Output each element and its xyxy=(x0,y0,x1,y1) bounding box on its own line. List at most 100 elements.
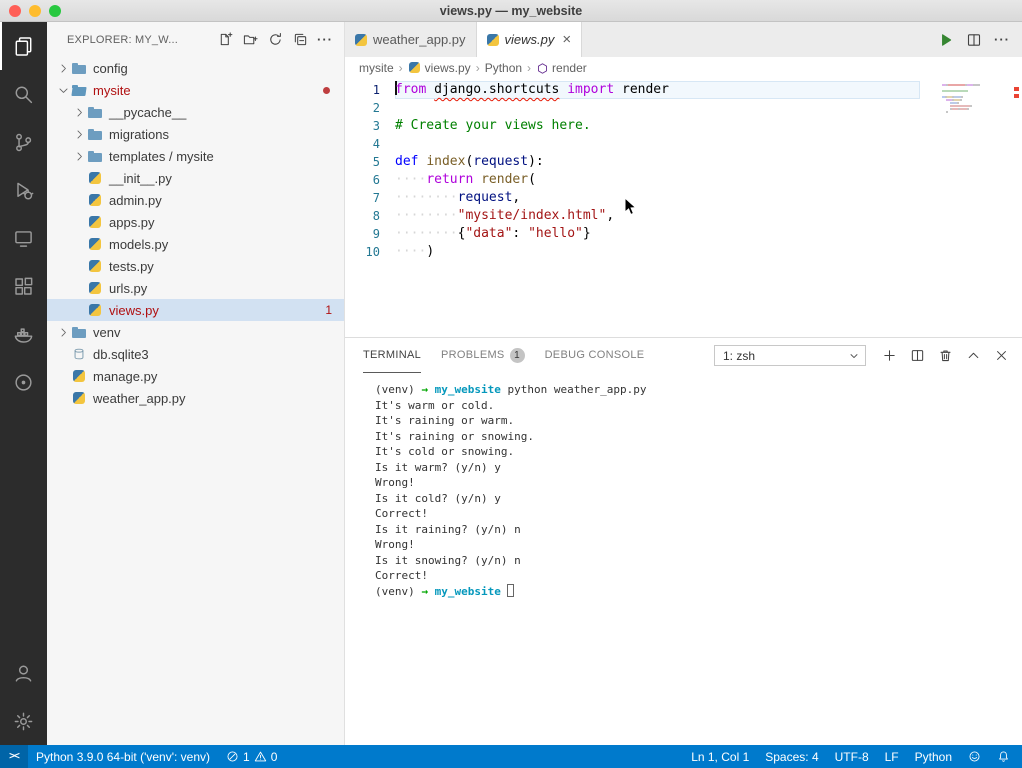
zoom-window-button[interactable] xyxy=(49,5,61,17)
activitybar-search[interactable] xyxy=(0,70,47,118)
tree-item-config[interactable]: config xyxy=(47,57,344,79)
title-bar[interactable]: views.py — my_website xyxy=(0,0,1022,22)
tree-item-templates-mysite[interactable]: templates / mysite xyxy=(47,145,344,167)
editor-action-split-editor[interactable] xyxy=(962,28,986,52)
activitybar-docker[interactable] xyxy=(0,310,47,358)
explorer-action-collapse-all[interactable] xyxy=(289,29,311,51)
code-line-8[interactable]: 8 ········"mysite/index.html", xyxy=(345,207,1022,225)
breadcrumb-mysite[interactable]: mysite xyxy=(359,61,394,75)
activitybar-remote-explorer[interactable] xyxy=(0,214,47,262)
panel-action-close-panel[interactable] xyxy=(990,345,1012,367)
line-number[interactable]: 3 xyxy=(345,117,395,135)
tree-item-venv[interactable]: venv xyxy=(47,321,344,343)
tree-item-pycache[interactable]: __pycache__ xyxy=(47,101,344,123)
panel-action-maximize-panel[interactable] xyxy=(962,345,984,367)
status-encoding[interactable]: UTF-8 xyxy=(827,745,877,768)
activitybar-accounts[interactable] xyxy=(0,649,47,697)
test-explorer-icon xyxy=(13,372,34,393)
status-indentation[interactable]: Spaces: 4 xyxy=(757,745,826,768)
explorer-action-new-file[interactable] xyxy=(214,29,236,51)
code-line-5[interactable]: 5 def index(request): xyxy=(345,153,1022,171)
code-line-10[interactable]: 10 ····) xyxy=(345,243,1022,261)
activitybar-explorer[interactable] xyxy=(0,22,47,70)
panel-action-kill-terminal[interactable] xyxy=(934,345,956,367)
code-line-4[interactable]: 4 xyxy=(345,135,1022,153)
line-number[interactable]: 1 xyxy=(345,81,395,99)
activitybar-test-explorer[interactable] xyxy=(0,358,47,406)
code-editor[interactable]: 1 from django.shortcuts import render 2 3 # … xyxy=(345,79,1022,337)
tree-item-views-py[interactable]: views.py 1 xyxy=(47,299,344,321)
tree-item-apps-py[interactable]: apps.py xyxy=(47,211,344,233)
line-number[interactable]: 2 xyxy=(345,99,395,117)
minimize-window-button[interactable] xyxy=(29,5,41,17)
activitybar-run-debug[interactable] xyxy=(0,166,47,214)
remote-indicator[interactable]: >< xyxy=(0,745,28,768)
activitybar-settings[interactable] xyxy=(0,697,47,745)
code-text: ····return render( xyxy=(395,172,536,187)
line-number[interactable]: 6 xyxy=(345,171,395,189)
editor-action-run[interactable] xyxy=(934,28,958,52)
terminal-line: Correct! xyxy=(375,569,428,582)
tree-item-db-sqlite3[interactable]: db.sqlite3 xyxy=(47,343,344,365)
panel-action-new-terminal[interactable] xyxy=(878,345,900,367)
explorer-action-refresh[interactable] xyxy=(264,29,286,51)
code-line-2[interactable]: 2 xyxy=(345,99,1022,117)
terminal-shell-select[interactable]: 1: zsh xyxy=(714,345,866,366)
status-label: Python 3.9.0 64-bit ('venv': venv) xyxy=(36,749,211,764)
status-feedback[interactable] xyxy=(960,745,989,768)
explorer-action-more[interactable]: ··· xyxy=(314,29,336,51)
line-number[interactable]: 5 xyxy=(345,153,395,171)
line-number[interactable]: 4 xyxy=(345,135,395,153)
line-number[interactable]: 8 xyxy=(345,207,395,225)
close-window-button[interactable] xyxy=(9,5,21,17)
status-cursor-position[interactable]: Ln 1, Col 1 xyxy=(683,745,757,768)
explorer-sidebar: EXPLORER: MY_W... ··· config mysite __pyca… xyxy=(47,22,345,745)
panel-action-split-terminal[interactable] xyxy=(906,345,928,367)
tree-item-tests-py[interactable]: tests.py xyxy=(47,255,344,277)
warning-count: 0 xyxy=(270,749,278,764)
python-file-icon xyxy=(87,214,103,230)
code-line-9[interactable]: 9 ········{"data": "hello"} xyxy=(345,225,1022,243)
breadcrumb-render[interactable]: render xyxy=(536,61,587,75)
problems-badge: 1 xyxy=(509,347,525,363)
breadcrumb-label: render xyxy=(552,61,587,75)
tree-item-urls-py[interactable]: urls.py xyxy=(47,277,344,299)
tree-item-models-py[interactable]: models.py xyxy=(47,233,344,255)
code-line-1[interactable]: 1 from django.shortcuts import render xyxy=(345,81,1022,99)
minimap[interactable] xyxy=(942,84,1006,114)
new-terminal-icon xyxy=(882,348,897,363)
panel-tab-terminal[interactable]: TERMINAL xyxy=(363,338,422,373)
editor-action-more[interactable]: ··· xyxy=(990,28,1014,52)
status-interpreter[interactable]: Python 3.9.0 64-bit ('venv': venv) xyxy=(28,745,218,768)
tree-item-mysite[interactable]: mysite xyxy=(47,79,344,101)
code-line-3[interactable]: 3 # Create your views here. xyxy=(345,117,1022,135)
code-line-6[interactable]: 6 ····return render( xyxy=(345,171,1022,189)
code-line-7[interactable]: 7 ········request, xyxy=(345,189,1022,207)
status-notifications[interactable] xyxy=(989,745,1018,768)
close-icon[interactable]: × xyxy=(562,32,571,47)
explorer-action-new-folder[interactable] xyxy=(239,29,261,51)
activitybar-source-control[interactable] xyxy=(0,118,47,166)
tree-item-manage-py[interactable]: manage.py xyxy=(47,365,344,387)
tree-item-weather-app-py[interactable]: weather_app.py xyxy=(47,387,344,409)
terminal-output[interactable]: (venv) → my_website python weather_app.p… xyxy=(345,373,1022,599)
breadcrumb-views-py[interactable]: views.py xyxy=(408,61,471,75)
tree-item-init-py[interactable]: __init__.py xyxy=(47,167,344,189)
folder-icon xyxy=(87,148,103,164)
line-number[interactable]: 10 xyxy=(345,243,395,261)
python-file-icon xyxy=(87,302,103,318)
panel-tab-debug-console[interactable]: DEBUG CONSOLE xyxy=(545,338,645,373)
status-eol[interactable]: LF xyxy=(877,745,907,768)
line-number[interactable]: 7 xyxy=(345,189,395,207)
line-number[interactable]: 9 xyxy=(345,225,395,243)
tree-item-admin-py[interactable]: admin.py xyxy=(47,189,344,211)
tab-weather-app-py[interactable]: weather_app.py xyxy=(345,22,477,57)
activitybar-extensions[interactable] xyxy=(0,262,47,310)
status-language[interactable]: Python xyxy=(907,745,960,768)
status-problems[interactable]: 10 xyxy=(218,745,285,768)
code-text: from django.shortcuts import render xyxy=(395,81,920,99)
panel-tab-problems[interactable]: PROBLEMS 1 xyxy=(441,338,525,373)
breadcrumb-python[interactable]: Python xyxy=(485,61,522,75)
tree-item-migrations[interactable]: migrations xyxy=(47,123,344,145)
tab-views-py[interactable]: views.py × xyxy=(476,22,583,57)
